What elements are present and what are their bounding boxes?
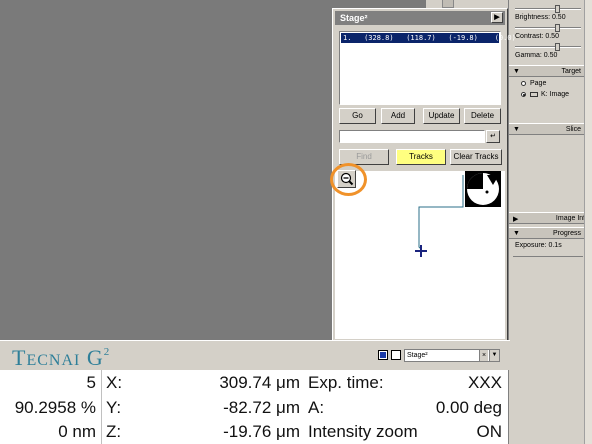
highlight-ring [330, 163, 367, 196]
intensity-zoom-label: Intensity zoom [308, 422, 418, 441]
progress-header-label: Progress [552, 230, 581, 237]
stored-positions-list[interactable]: 1. (328.8) (118.7) (-19.8) (0.0) [339, 31, 516, 105]
camera-icon [530, 91, 538, 97]
position-name-input[interactable] [339, 130, 485, 143]
logo-rest: ECNAI [26, 352, 81, 369]
delete-button[interactable]: Delete [464, 108, 501, 124]
brightness-label: Brightness: 0.50 [515, 14, 566, 21]
window-menu-button[interactable]: ▶ [491, 12, 503, 23]
clear-tracks-button[interactable]: Clear Tracks [450, 149, 502, 165]
logo-g: G [86, 345, 104, 370]
brightness-slider[interactable] [515, 5, 581, 13]
workset-select[interactable]: Stage² × ▼ [404, 349, 500, 362]
slice-section-header[interactable]: ▼ Slice [509, 123, 585, 135]
target-image-label: K: Image [541, 91, 570, 98]
control-panel: Brightness: 0.50 Contrast: 0.50 Gamma: 0… [508, 0, 592, 444]
alpha-label: A: [308, 398, 325, 417]
workset-select-value: Stage² [407, 352, 428, 359]
radio-selected-icon [521, 91, 526, 97]
microscope-readout: 5 90.2958 % 0 nm X: Y: Z: 309.74 μm -82.… [0, 370, 508, 444]
divider [513, 256, 583, 257]
gamma-slider-thumb[interactable] [555, 43, 560, 51]
tecnai-header-bar: TECNAI G2 Stage² × ▼ [0, 340, 510, 370]
z-label: Z: [106, 422, 122, 441]
go-button[interactable]: Go [339, 108, 376, 124]
x-value: 309.74 μm [219, 373, 300, 392]
image-info-section-header[interactable]: ▶ Image Info [509, 212, 589, 224]
readout-value-2: 90.2958 % [14, 398, 96, 417]
enter-button[interactable]: ↵ [486, 130, 500, 143]
chevron-down-icon[interactable]: ▼ [489, 350, 499, 361]
brightness-slider-thumb[interactable] [555, 5, 560, 13]
collapse-down-icon: ▼ [513, 68, 520, 75]
y-value: -82.72 μm [223, 398, 300, 417]
radio-icon [521, 80, 526, 86]
expand-right-icon: ▶ [513, 216, 519, 223]
layout-split-icon[interactable] [391, 350, 401, 360]
stage-titlebar[interactable]: Stage² ▶ [335, 11, 505, 25]
enter-return-icon: ↵ [490, 133, 496, 140]
target-image-option[interactable]: K: Image [521, 91, 569, 98]
intensity-zoom-value: ON [476, 422, 503, 441]
toolbar-grip[interactable] [442, 0, 454, 8]
logo-sup: 2 [103, 346, 111, 358]
contrast-slider-thumb[interactable] [555, 24, 560, 32]
stage-window-title: Stage² [340, 13, 368, 23]
navigator-icon [467, 173, 499, 205]
y-label: Y: [106, 398, 122, 417]
slice-header-label: Slice [565, 126, 581, 133]
target-section-header[interactable]: ▼ Target [509, 65, 585, 77]
target-page-label: Page [530, 80, 547, 87]
readout-value-1: 5 [86, 373, 96, 392]
readout-value-3: 0 nm [58, 422, 96, 441]
add-button[interactable]: Add [381, 108, 415, 124]
position-row-selected[interactable]: 1. (328.8) (118.7) (-19.8) (0.0) [341, 33, 516, 43]
x-label: X: [106, 373, 123, 392]
stage-position-crosshair [415, 245, 427, 257]
logo-cap: T [12, 345, 27, 370]
panel-scrollbar[interactable] [584, 0, 592, 444]
contrast-label: Contrast: 0.50 [515, 33, 559, 40]
contrast-slider[interactable] [515, 24, 581, 32]
collapse-down-icon: ▼ [513, 230, 520, 237]
tecnai-logo: TECNAI G2 [12, 345, 110, 371]
progress-section-header[interactable]: ▼ Progress [509, 227, 585, 239]
navigator-overview[interactable] [465, 171, 501, 207]
exp-time-value: XXX [467, 373, 502, 392]
collapse-down-icon: ▼ [513, 126, 520, 133]
gamma-label: Gamma: 0.50 [515, 52, 558, 59]
exposure-readout: Exposure: 0.1s [515, 242, 562, 249]
divider [101, 370, 102, 444]
stage-track-line [418, 175, 464, 250]
tracks-button[interactable]: Tracks [396, 149, 446, 165]
play-arrow-icon: ▶ [494, 14, 500, 21]
exp-time-label: Exp. time: [308, 373, 384, 392]
alpha-value: 0.00 deg [435, 398, 502, 417]
gamma-slider[interactable] [515, 43, 581, 51]
target-header-label: Target [561, 68, 581, 75]
close-x-icon[interactable]: × [479, 350, 488, 361]
z-value: -19.76 μm [223, 422, 300, 441]
target-page-option[interactable]: Page [521, 80, 546, 87]
update-button[interactable]: Update [423, 108, 460, 124]
layout-single-icon[interactable] [378, 350, 388, 360]
